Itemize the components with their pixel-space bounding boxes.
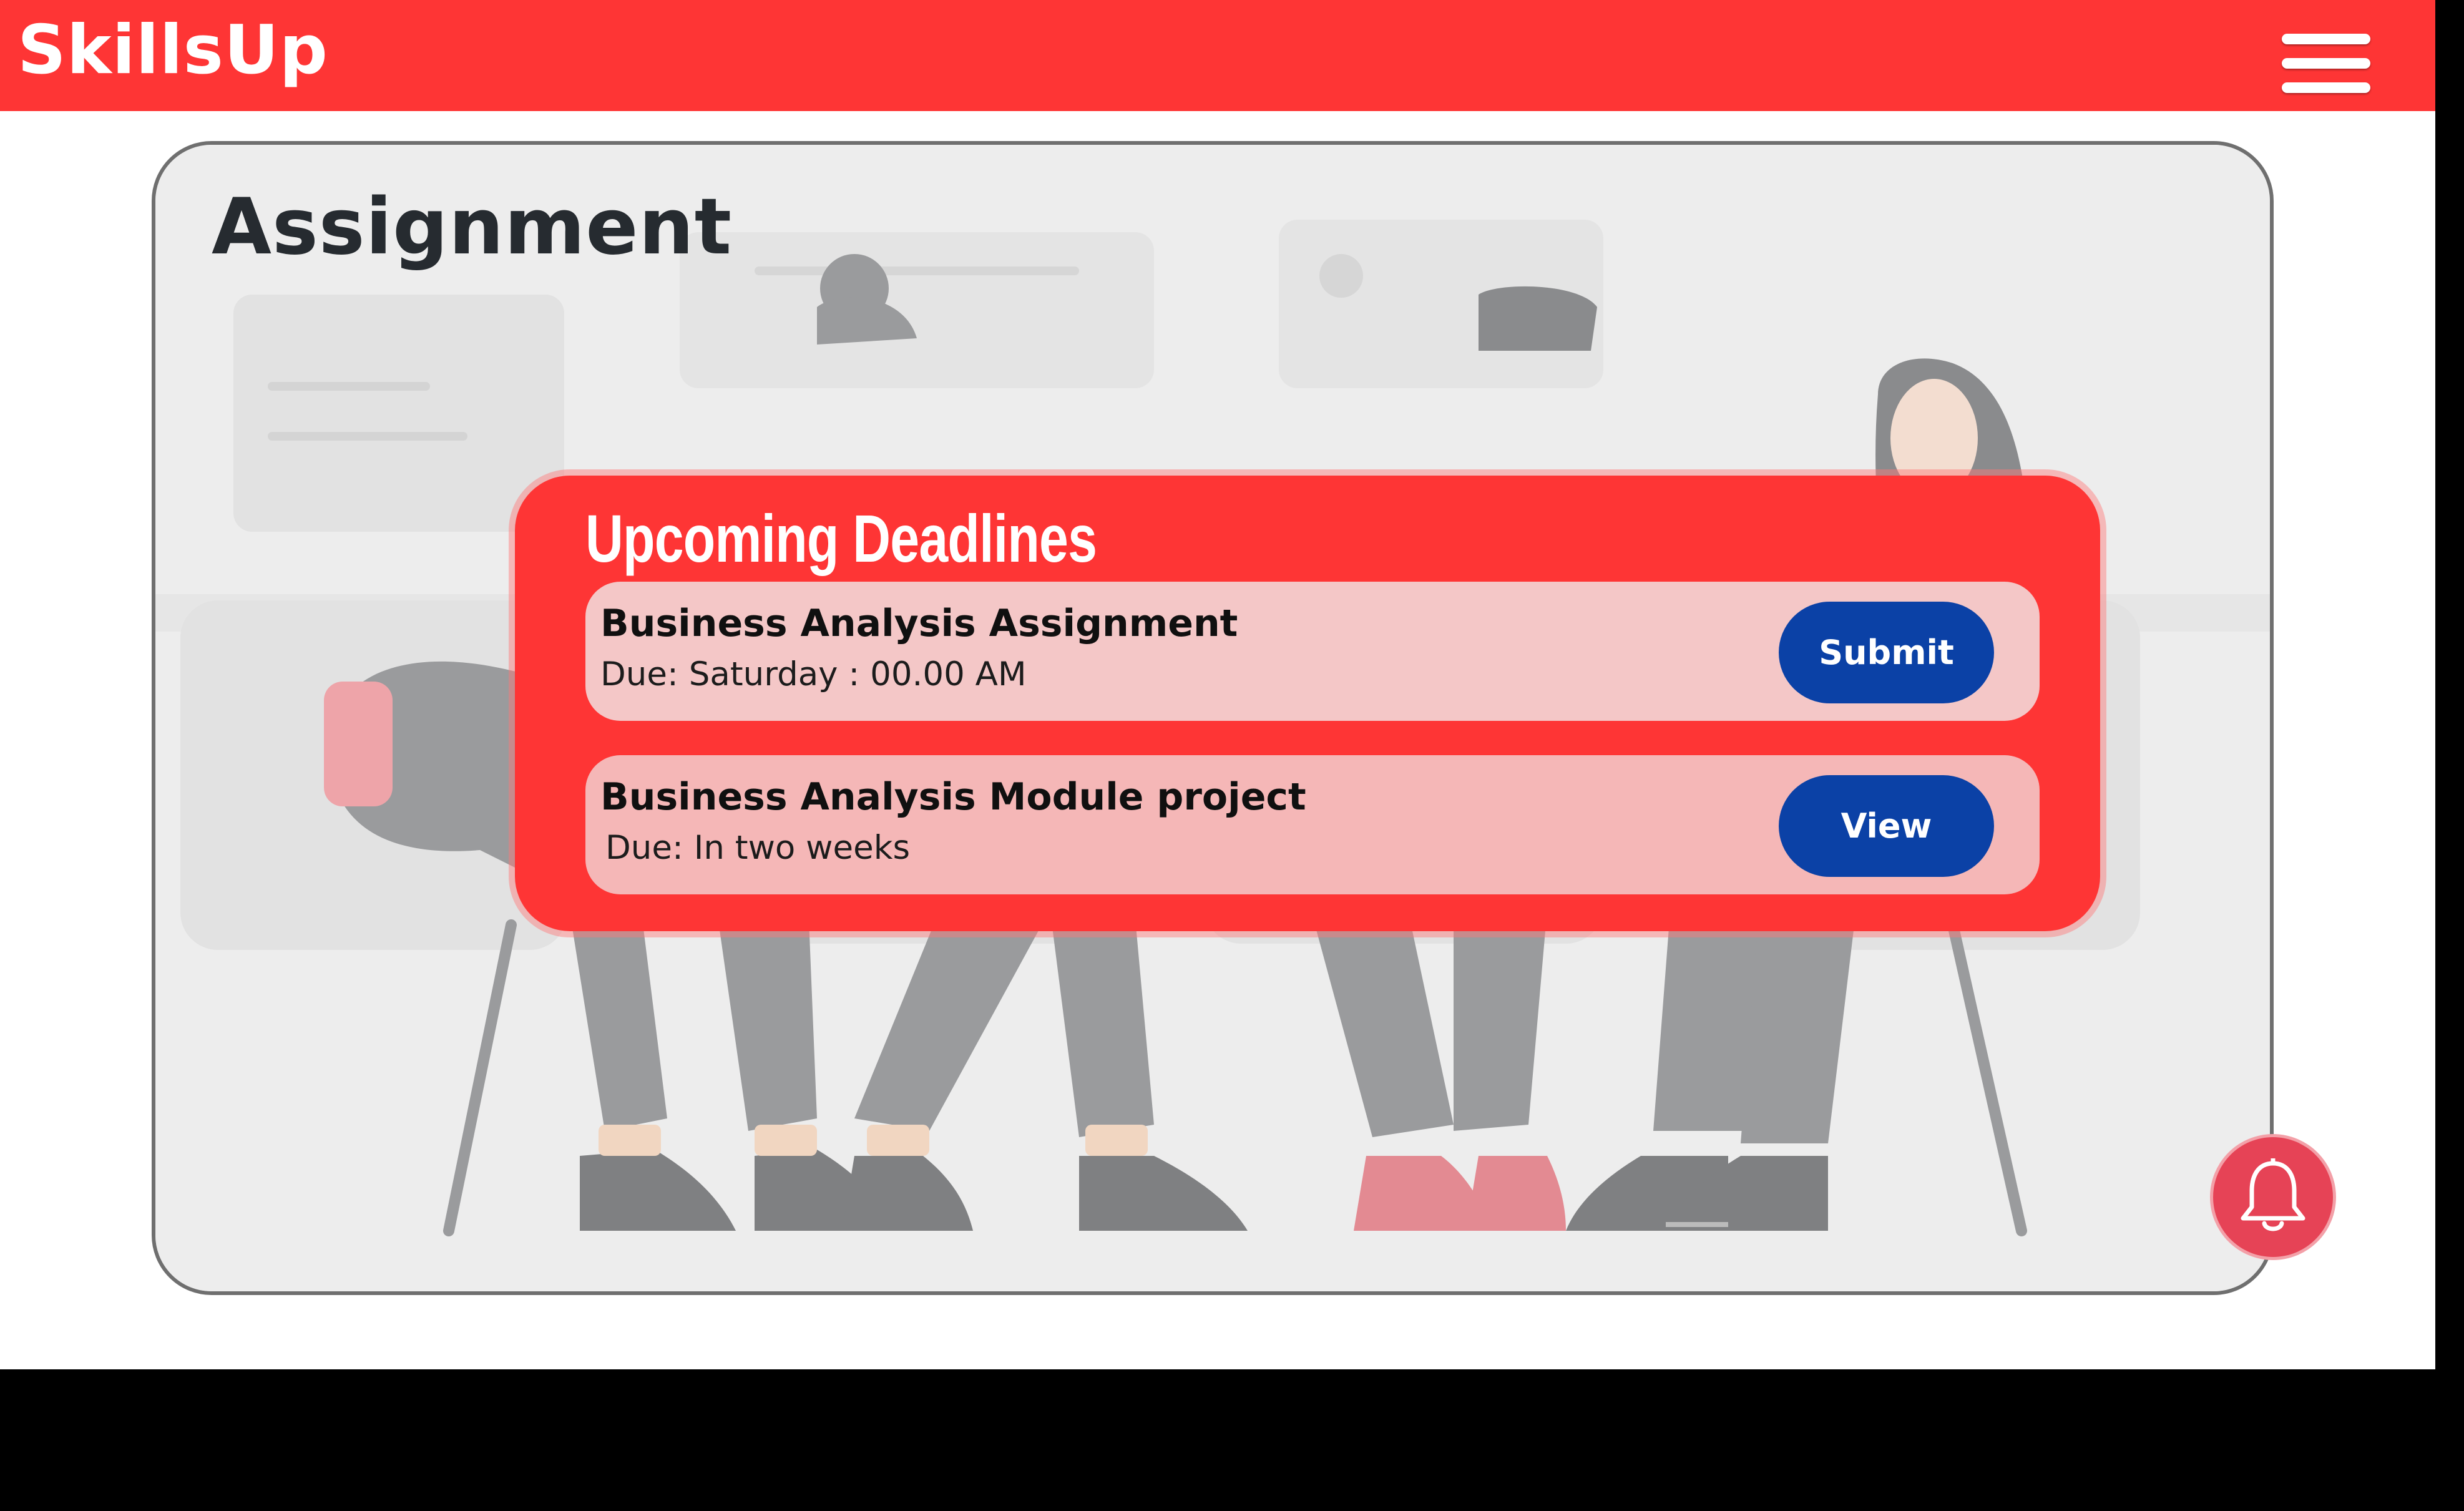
- brand-logo[interactable]: SkillsUp: [17, 11, 328, 89]
- deadline-item-name: Business Analysis Assignment: [600, 602, 1238, 645]
- deadline-item-due: Due: Saturday : 00.00 AM: [600, 655, 1027, 693]
- bell-icon: [2241, 1158, 2305, 1231]
- app-window: SkillsUp Assignment Upcoming Deadlines B…: [0, 0, 2435, 1369]
- page-title: Assignment: [212, 182, 732, 272]
- submit-button[interactable]: Submit: [1779, 602, 1994, 703]
- assignment-card: Assignment Upcoming Deadlines Business A…: [152, 141, 2274, 1295]
- deadline-item: Business Analysis Module project Due: In…: [585, 755, 2040, 894]
- view-button[interactable]: View: [1779, 775, 1994, 877]
- deadlines-heading: Upcoming Deadlines: [585, 501, 1097, 576]
- deadline-item: Business Analysis Assignment Due: Saturd…: [585, 582, 2040, 721]
- deadline-item-name: Business Analysis Module project: [600, 775, 1306, 819]
- notifications-button[interactable]: [2213, 1137, 2333, 1257]
- deadline-item-due: Due: In two weeks: [605, 829, 911, 867]
- hamburger-menu-icon[interactable]: [2282, 29, 2370, 97]
- top-navbar: SkillsUp: [0, 0, 2435, 111]
- upcoming-deadlines-panel: Upcoming Deadlines Business Analysis Ass…: [515, 476, 2100, 931]
